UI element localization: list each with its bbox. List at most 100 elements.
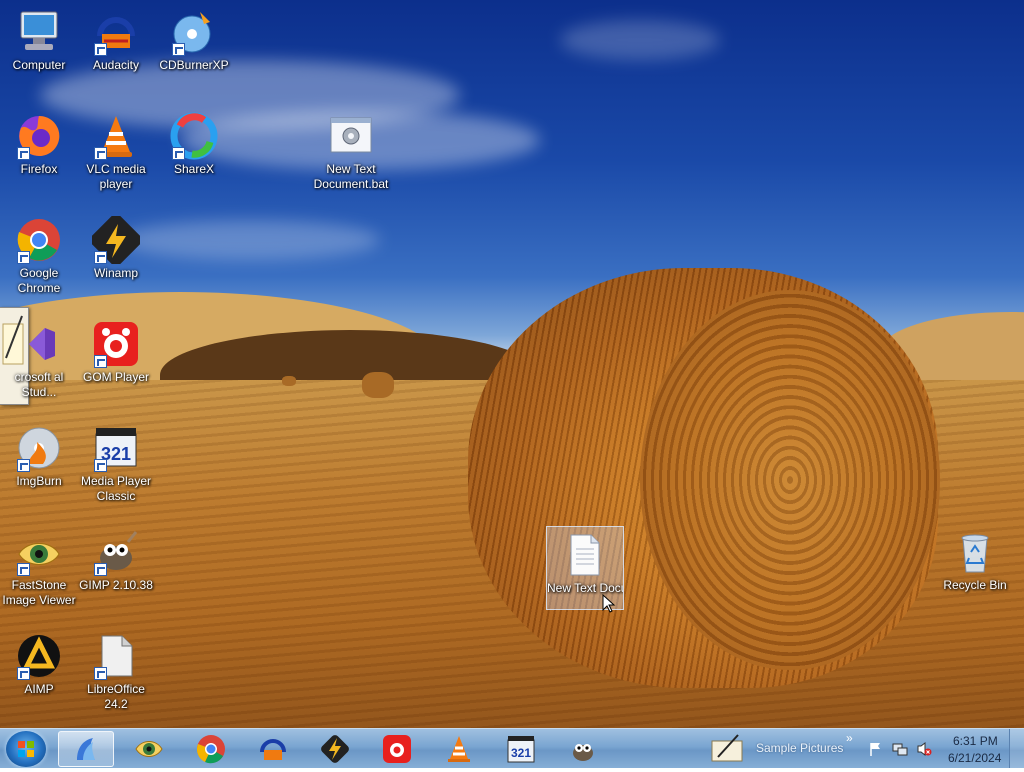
- clock-date[interactable]: 6/21/2024: [948, 751, 1001, 765]
- desktop-icon-recycle-bin[interactable]: Recycle Bin: [936, 528, 1014, 593]
- desktop-icon-gom-player[interactable]: GOM Player: [77, 320, 155, 385]
- show-desktop-button[interactable]: [1009, 729, 1024, 768]
- shortcut-arrow-icon: [17, 563, 30, 576]
- cdburnerxp-icon: [170, 8, 218, 56]
- shortcut-arrow-icon: [17, 459, 30, 472]
- desktop-icon-gimp[interactable]: GIMP 2.10.38: [77, 528, 155, 593]
- desktop-icon-cdburnerxp[interactable]: CDBurnerXP: [155, 8, 233, 73]
- vlc-icon: [448, 736, 470, 762]
- windows-logo-icon: [18, 741, 34, 757]
- taskbar-vlc-button[interactable]: [431, 731, 487, 767]
- action-center-flag-icon[interactable]: [868, 741, 882, 757]
- desktop-icon-label: crosoft al Stud...: [14, 370, 64, 399]
- desktop-icon-audacity[interactable]: Audacity: [77, 8, 155, 73]
- sample-pictures-toolbar-label[interactable]: Sample Pictures: [756, 741, 843, 755]
- shortcut-arrow-icon: [94, 563, 107, 576]
- taskbar-gom-player-button[interactable]: [369, 731, 425, 767]
- desktop-icon-label: LibreOffice 24.2: [87, 682, 145, 711]
- chrome-icon: [196, 735, 225, 764]
- desktop-icon-aimp[interactable]: AIMP: [0, 632, 78, 697]
- shortcut-arrow-icon: [17, 667, 30, 680]
- shortcut-arrow-icon: [94, 147, 107, 160]
- gimp-icon: [92, 528, 140, 576]
- imgburn-icon: [15, 424, 63, 472]
- desktop-icon-computer[interactable]: Computer: [0, 8, 78, 73]
- mpc-icon: 321: [92, 424, 140, 472]
- start-button[interactable]: [6, 731, 46, 767]
- taskbar-mpc-button[interactable]: 321: [493, 731, 549, 767]
- desktop-icon-label: CDBurnerXP: [159, 58, 229, 72]
- chrome-icon: [15, 216, 63, 264]
- batch-file-icon: [327, 112, 375, 160]
- taskbar-gimp-button[interactable]: [555, 731, 611, 767]
- network-icon[interactable]: [892, 741, 908, 757]
- desktop-icon-label: Google Chrome: [17, 266, 61, 295]
- desktop-icon-mpc[interactable]: 321 Media Player Classic: [77, 424, 155, 504]
- taskbar: 321 Sample Pictures » 6:31 PM 6/21/2024: [0, 728, 1024, 768]
- desktop-icon-label: Firefox: [20, 162, 58, 176]
- recycle-bin-icon: [951, 528, 999, 576]
- toolbar-overflow-chevron[interactable]: »: [846, 731, 853, 745]
- audacity-icon: [92, 8, 140, 56]
- text-file-icon: [561, 531, 609, 579]
- gimp-icon: [573, 744, 593, 761]
- desktop-icon-chrome[interactable]: Google Chrome: [0, 216, 78, 296]
- svg-text:321: 321: [511, 746, 531, 760]
- desktop-icon-label: FastStone Image Viewer: [2, 578, 76, 607]
- shortcut-arrow-icon: [172, 43, 185, 56]
- gom-player-icon: [383, 735, 411, 763]
- shortcut-arrow-icon: [94, 43, 107, 56]
- desktop-icon-faststone[interactable]: FastStone Image Viewer: [0, 528, 78, 608]
- taskbar-explorer-button[interactable]: [58, 731, 114, 767]
- desktop-icon-visual-studio[interactable]: crosoft al Stud...: [0, 320, 78, 400]
- shortcut-arrow-icon: [94, 459, 107, 472]
- taskbar-audacity-button[interactable]: [245, 731, 301, 767]
- mpc-icon: 321: [507, 736, 535, 763]
- desktop-icon-label: New Text Document.bat: [313, 162, 389, 191]
- desktop-icon-sharex[interactable]: ShareX: [155, 112, 233, 177]
- firefox-icon: [15, 112, 63, 160]
- shortcut-arrow-icon: [17, 147, 30, 160]
- desktop-icon-label: ShareX: [173, 162, 215, 176]
- explorer-icon: [77, 738, 95, 760]
- clock-time[interactable]: 6:31 PM: [953, 734, 998, 748]
- desktop-icon-label: AIMP: [24, 682, 54, 696]
- desktop-icon-label: Winamp: [93, 266, 138, 280]
- taskbar-chrome-button[interactable]: [183, 731, 239, 767]
- shortcut-arrow-icon: [94, 355, 107, 368]
- shortcut-arrow-icon: [94, 667, 107, 680]
- mouse-cursor-icon: [602, 594, 616, 613]
- desktop-icon-imgburn[interactable]: ImgBurn: [0, 424, 78, 489]
- winamp-icon: [90, 214, 142, 266]
- desktop-icon-firefox[interactable]: Firefox: [0, 112, 78, 177]
- shortcut-arrow-icon: [94, 251, 107, 264]
- vlc-icon: [92, 112, 140, 160]
- taskbar-winamp-button[interactable]: [307, 731, 363, 767]
- audacity-icon: [260, 739, 286, 760]
- sample-pictures-toolbar-icon[interactable]: [710, 733, 744, 763]
- desktop-icon-vlc[interactable]: VLC media player: [77, 112, 155, 192]
- desktop-icon-label: Recycle Bin: [943, 578, 1007, 592]
- volume-muted-icon[interactable]: [916, 741, 932, 757]
- desktop-icon-label: GOM Player: [82, 370, 149, 384]
- shortcut-arrow-icon: [172, 147, 185, 160]
- desktop-icon-libreoffice[interactable]: LibreOffice 24.2: [77, 632, 155, 712]
- desktop-icon-batch-file[interactable]: New Text Document.bat: [311, 112, 391, 192]
- desktop-icon-winamp[interactable]: Winamp: [77, 214, 155, 281]
- winamp-icon: [321, 735, 349, 763]
- shortcut-arrow-icon: [17, 251, 30, 264]
- faststone-icon: [15, 528, 63, 576]
- sharex-icon: [170, 112, 218, 160]
- visual-studio-icon: [15, 320, 63, 368]
- desktop-icon-label: Media Player Classic: [80, 474, 152, 503]
- desktop-icon-label: GIMP 2.10.38: [79, 578, 153, 592]
- faststone-icon: [135, 741, 163, 757]
- desktop-icon-label: Computer: [12, 58, 66, 72]
- taskbar-faststone-button[interactable]: [121, 731, 177, 767]
- aimp-icon: [15, 632, 63, 680]
- libreoffice-icon: [92, 632, 140, 680]
- desktop-icon-label: Audacity: [92, 58, 140, 72]
- computer-icon: [15, 8, 63, 56]
- gom-player-icon: [92, 320, 140, 368]
- desktop-icon-label: ImgBurn: [16, 474, 62, 488]
